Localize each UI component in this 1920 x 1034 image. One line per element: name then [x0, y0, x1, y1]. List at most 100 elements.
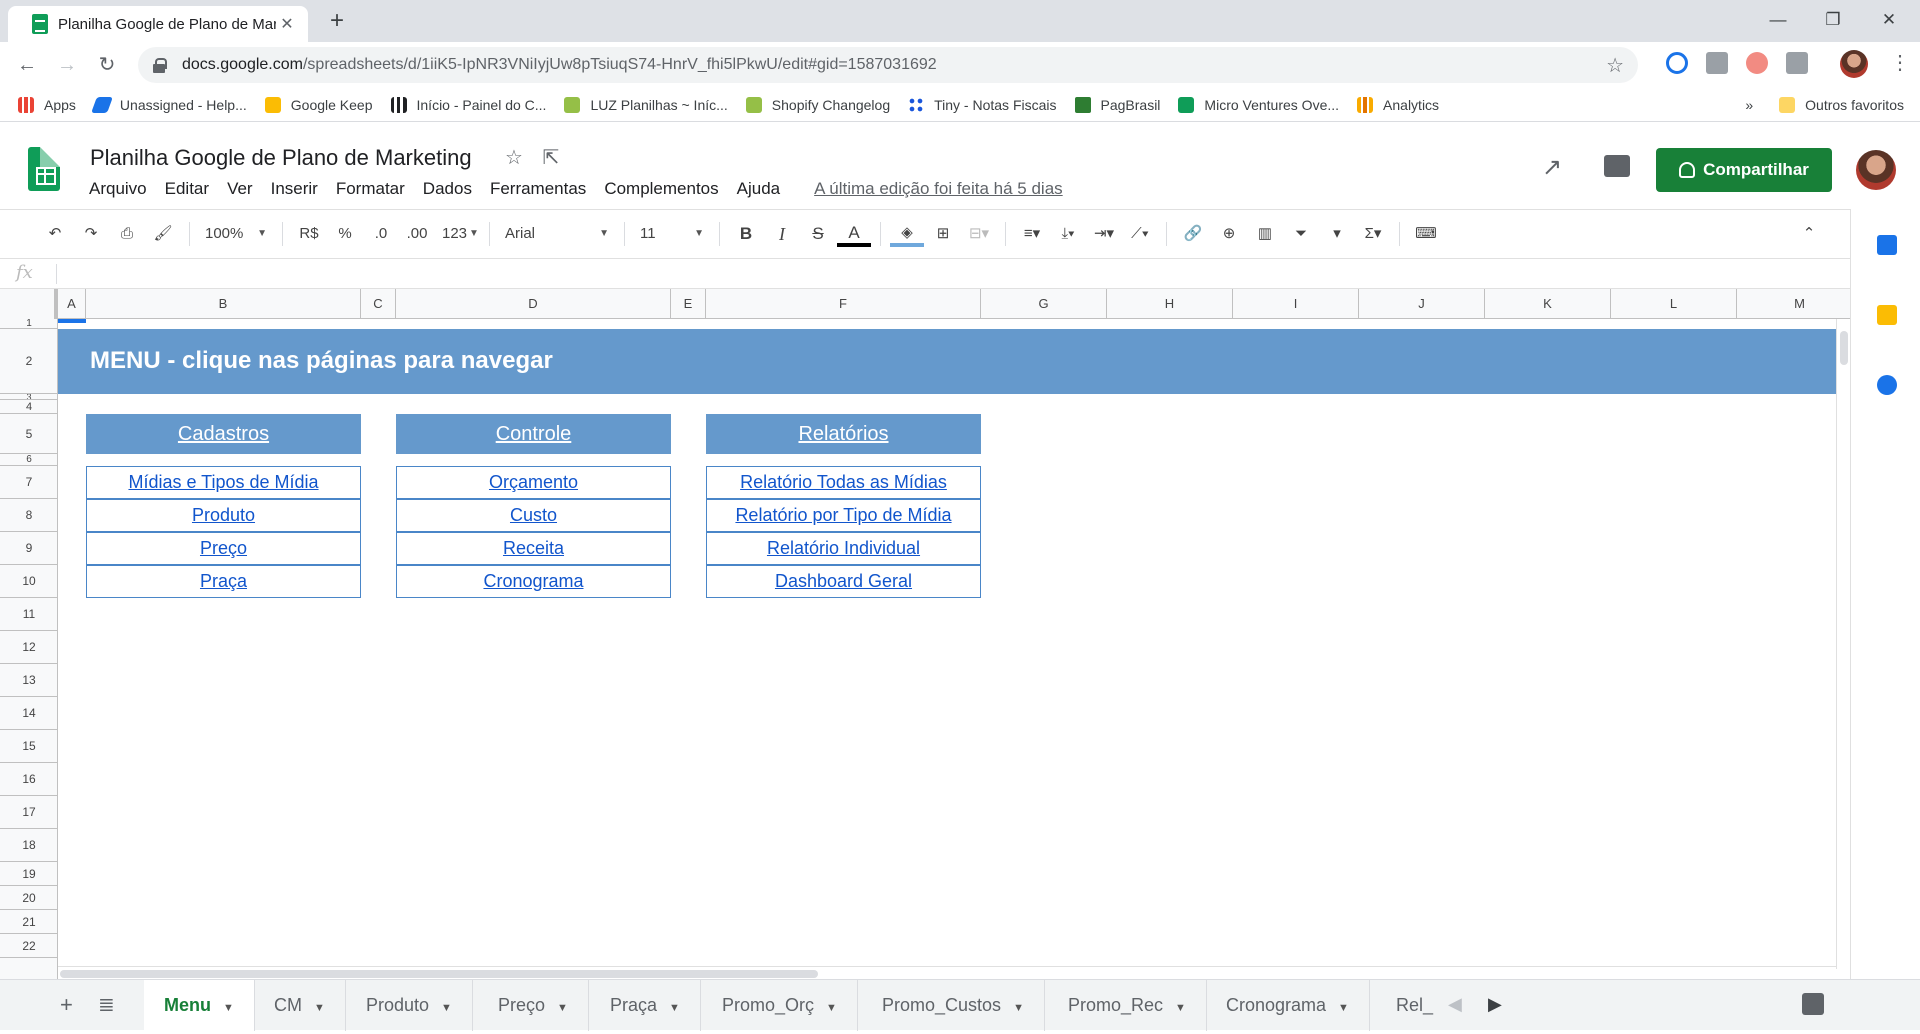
row-header[interactable]: 6 — [0, 454, 58, 466]
bold-icon[interactable]: B — [729, 219, 763, 249]
close-window-icon[interactable]: ✕ — [1866, 6, 1912, 34]
bookmark-item[interactable]: Micro Ventures Ove... — [1178, 96, 1339, 113]
star-icon[interactable]: ☆ — [505, 147, 523, 169]
keep-icon[interactable] — [1877, 305, 1897, 325]
column-header[interactable]: B — [86, 289, 361, 319]
move-folder-icon[interactable]: ⇱ — [543, 147, 560, 169]
menu-complementos[interactable]: Complementos — [595, 179, 727, 199]
row-header[interactable]: 7 — [0, 466, 58, 499]
row-header[interactable]: 2 — [0, 329, 58, 394]
section-header-controle[interactable]: Controle — [396, 414, 671, 454]
strikethrough-icon[interactable]: S — [801, 219, 835, 249]
column-header[interactable]: F — [706, 289, 981, 319]
merge-cells-icon[interactable]: ⊟▾ — [962, 219, 996, 249]
restore-icon[interactable]: ❐ — [1810, 6, 1856, 34]
bookmark-item[interactable]: Analytics — [1357, 96, 1439, 113]
redo-icon[interactable]: ↷ — [74, 219, 108, 249]
sheet-tab[interactable]: Produto ▼ — [346, 980, 473, 1031]
reload-icon[interactable]: ↻ — [90, 48, 124, 82]
all-sheets-icon[interactable]: ≣ — [98, 992, 115, 1017]
section-header-relatorios[interactable]: Relatórios — [706, 414, 981, 454]
text-rotation-icon[interactable]: ⟋▾ — [1123, 219, 1157, 249]
sheet-tab[interactable]: Promo_Custos ▼ — [862, 980, 1045, 1031]
document-title[interactable]: Planilha Google de Plano de Marketing — [90, 145, 472, 171]
active-cell-selection[interactable] — [58, 319, 86, 323]
menu-inserir[interactable]: Inserir — [262, 179, 327, 199]
horizontal-scroll-thumb[interactable] — [60, 970, 818, 978]
tasks-icon[interactable] — [1877, 375, 1897, 395]
column-header[interactable]: G — [981, 289, 1107, 319]
decrease-decimal-button[interactable]: .0 — [364, 219, 398, 249]
row-header[interactable]: 11 — [0, 598, 58, 631]
borders-icon[interactable]: ⊞ — [926, 219, 960, 249]
vertical-align-icon[interactable]: ⤓▾ — [1051, 219, 1085, 249]
column-header[interactable]: E — [671, 289, 706, 319]
minimize-icon[interactable]: — — [1755, 6, 1801, 34]
column-header[interactable]: I — [1233, 289, 1359, 319]
select-all-corner[interactable] — [0, 289, 58, 319]
italic-icon[interactable]: I — [765, 219, 799, 249]
bookmark-item[interactable]: Google Keep — [264, 96, 373, 113]
sheet-tab[interactable]: Cronograma ▼ — [1206, 980, 1370, 1031]
bookmark-item[interactable]: LUZ Planilhas ~ Iníc... — [564, 96, 728, 113]
link-relatorio-tipo[interactable]: Relatório por Tipo de Mídia — [706, 499, 981, 532]
menu-editar[interactable]: Editar — [156, 179, 218, 199]
row-header[interactable]: 9 — [0, 532, 58, 565]
menu-dados[interactable]: Dados — [414, 179, 481, 199]
column-header[interactable]: L — [1611, 289, 1737, 319]
insert-chart-icon[interactable]: ▥ — [1248, 219, 1282, 249]
link-preco[interactable]: Preço — [86, 532, 361, 565]
paint-format-icon[interactable]: 🖌 — [146, 219, 180, 249]
menu-ajuda[interactable]: Ajuda — [728, 179, 789, 199]
collapse-toolbar-icon[interactable]: ⌃ — [1792, 219, 1826, 249]
row-header[interactable]: 10 — [0, 565, 58, 598]
text-color-icon[interactable]: A — [837, 221, 871, 247]
horizontal-scrollbar[interactable] — [58, 966, 1836, 979]
link-orcamento[interactable]: Orçamento — [396, 466, 671, 499]
column-header[interactable]: C — [361, 289, 396, 319]
undo-icon[interactable]: ↶ — [38, 219, 72, 249]
bookmark-apps[interactable]: Apps — [18, 96, 76, 113]
user-avatar[interactable] — [1856, 150, 1896, 190]
column-header[interactable]: A — [58, 289, 86, 319]
comments-icon[interactable] — [1604, 155, 1630, 177]
menu-ver[interactable]: Ver — [218, 179, 262, 199]
link-produto[interactable]: Produto — [86, 499, 361, 532]
link-midias-tipos[interactable]: Mídias e Tipos de Mídia — [86, 466, 361, 499]
link-custo[interactable]: Custo — [396, 499, 671, 532]
percent-format-button[interactable]: % — [328, 219, 362, 249]
sheet-tab[interactable]: Preço ▼ — [478, 980, 589, 1031]
row-header[interactable]: 5 — [0, 414, 58, 454]
row-header[interactable]: 21 — [0, 910, 58, 934]
column-header[interactable]: H — [1107, 289, 1233, 319]
scroll-tabs-right-icon[interactable]: ▶ — [1488, 994, 1502, 1015]
sheets-logo-icon[interactable] — [28, 147, 60, 191]
menu-formatar[interactable]: Formatar — [327, 179, 414, 199]
input-tools-keyboard-icon[interactable]: ⌨ — [1409, 219, 1443, 249]
calendar-icon[interactable] — [1877, 235, 1897, 255]
bookmark-item[interactable]: Início - Painel do C... — [390, 96, 546, 113]
address-bar[interactable]: docs.google.com /spreadsheets/d/1iiK5-Ip… — [138, 47, 1638, 83]
column-header[interactable]: D — [396, 289, 671, 319]
bookmark-star-icon[interactable]: ☆ — [1606, 53, 1624, 78]
vertical-scrollbar[interactable] — [1836, 319, 1850, 969]
link-dashboard-geral[interactable]: Dashboard Geral — [706, 565, 981, 598]
row-header[interactable]: 20 — [0, 886, 58, 910]
sheet-tab[interactable]: Promo_Rec ▼ — [1048, 980, 1207, 1031]
menu-ferramentas[interactable]: Ferramentas — [481, 179, 595, 199]
link-cronograma[interactable]: Cronograma — [396, 565, 671, 598]
sheet-tab[interactable]: Rel_ — [1376, 980, 1434, 1031]
lock-icon[interactable] — [152, 58, 167, 73]
row-header[interactable]: 18 — [0, 829, 58, 862]
row-header[interactable]: 19 — [0, 862, 58, 886]
sheet-tab[interactable]: Promo_Orç ▼ — [702, 980, 858, 1031]
currency-format-button[interactable]: R$ — [292, 219, 326, 249]
bookmark-item[interactable]: Unassigned - Help... — [91, 96, 247, 113]
link-praca[interactable]: Praça — [86, 565, 361, 598]
row-header[interactable]: 17 — [0, 796, 58, 829]
insert-comment-icon[interactable]: ⊕ — [1212, 219, 1246, 249]
explore-icon[interactable] — [1802, 993, 1824, 1015]
link-relatorio-todas[interactable]: Relatório Todas as Mídias — [706, 466, 981, 499]
column-header[interactable]: J — [1359, 289, 1485, 319]
back-icon[interactable]: ← — [10, 48, 44, 82]
